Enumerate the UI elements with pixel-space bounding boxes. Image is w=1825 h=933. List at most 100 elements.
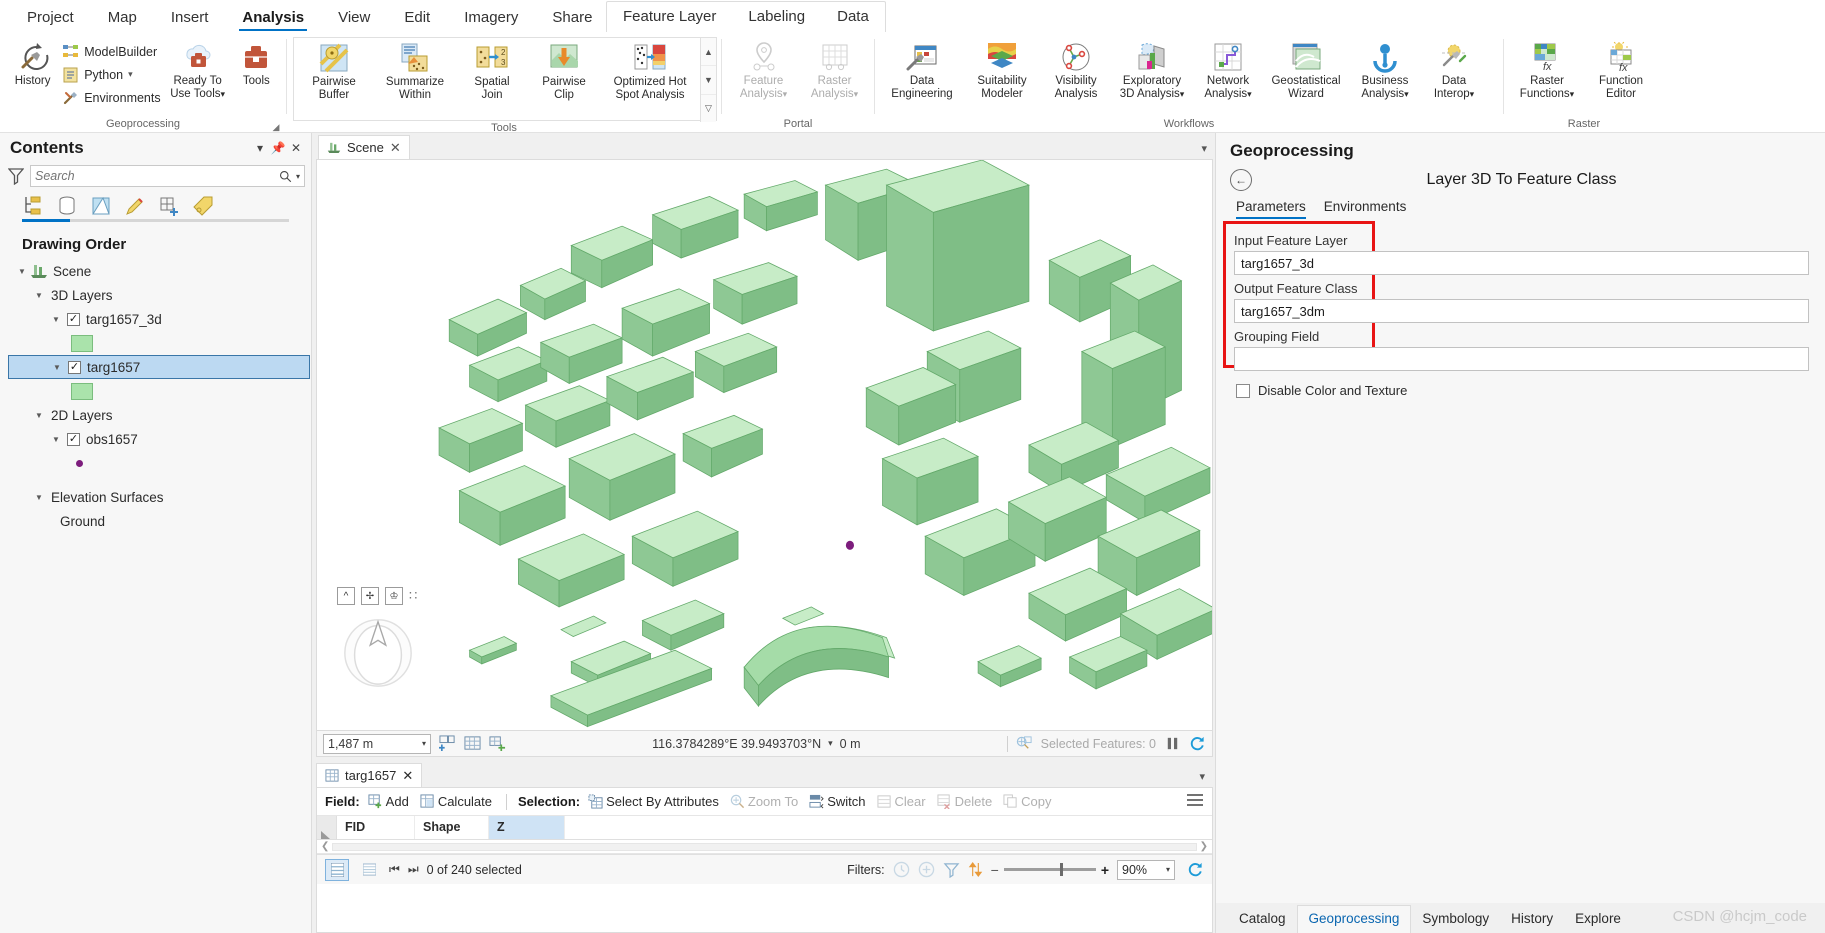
param-field-grouping-field[interactable] (1234, 347, 1809, 371)
filter-icon[interactable] (8, 167, 24, 185)
tree-item-3d-layers[interactable]: ▼ 3D Layers (8, 283, 311, 307)
slider-track[interactable] (1003, 863, 1096, 876)
tree-item-elevation-surfaces[interactable]: ▼ Elevation Surfaces (8, 485, 311, 509)
select-by-attributes-button[interactable]: Select By Attributes (585, 792, 722, 811)
time-filter-icon[interactable] (893, 861, 910, 878)
definition-query-filter-icon[interactable] (943, 861, 960, 878)
collapse-navigator-button[interactable]: ^ (337, 587, 355, 605)
full-control-navigator-button[interactable]: ✢ (361, 587, 379, 605)
param-field-output-feature-class[interactable]: targ1657_3dm (1234, 299, 1809, 323)
python-button[interactable]: Python ▾ (59, 63, 164, 86)
layer-checkbox[interactable]: ✓ (67, 312, 80, 326)
refresh-table-icon[interactable] (1187, 861, 1204, 878)
ribbon-tab-edit[interactable]: Edit (387, 5, 447, 33)
exploratory-3d-analysis-button[interactable]: Exploratory 3D Analysis▾ (1111, 37, 1193, 101)
ribbon-tab-analysis[interactable]: Analysis (225, 5, 321, 33)
expand-triangle-icon[interactable]: ▼ (33, 291, 45, 300)
list-by-labeling-icon[interactable] (192, 195, 214, 217)
zoom-in-icon[interactable]: + (1101, 862, 1109, 878)
pane-tab-explore[interactable]: Explore (1564, 906, 1632, 933)
disable-color-and-texture-row[interactable]: Disable Color and Texture (1234, 383, 1809, 398)
pane-tab-catalog[interactable]: Catalog (1228, 906, 1297, 933)
layer-checkbox[interactable]: ✓ (67, 432, 80, 446)
suitability-modeler-button[interactable]: Suitability Modeler (963, 37, 1041, 101)
sort-icon[interactable] (968, 861, 983, 878)
list-by-editing-icon[interactable] (124, 195, 146, 217)
business-analysis-button[interactable]: Business Analysis▾ (1349, 37, 1421, 101)
search-icon[interactable] (279, 170, 292, 183)
scene-view[interactable]: ^ ✢ ♔ ∷ (316, 159, 1213, 731)
list-by-snapping-icon[interactable] (158, 195, 180, 217)
ribbon-tab-labeling[interactable]: Labeling (732, 4, 821, 31)
gallery-item-optimized-hot-spot[interactable]: Optimized Hot Spot Analysis (600, 38, 700, 102)
function-editor-button[interactable]: fx Function Editor (1584, 37, 1658, 101)
pane-tab-geoprocessing[interactable]: Geoprocessing (1296, 905, 1412, 933)
scroll-left-icon[interactable]: ❮ (321, 841, 329, 852)
table-view-button[interactable] (325, 858, 349, 881)
chevron-down-icon[interactable]: ▾ (828, 738, 833, 749)
tab-environments[interactable]: Environments (1324, 199, 1407, 219)
table-zoom-slider[interactable]: − + (991, 862, 1109, 878)
table-options-menu-icon[interactable] (1186, 793, 1204, 810)
walk-mode-button[interactable]: ♔ (385, 587, 403, 605)
zoom-out-icon[interactable]: − (991, 862, 999, 878)
geostatistical-wizard-button[interactable]: Geostatistical Wizard (1263, 37, 1349, 101)
data-interop-button[interactable]: Data Interop▾ (1421, 37, 1487, 101)
expand-triangle-icon[interactable]: ▼ (33, 493, 45, 502)
table-tab-targ1657[interactable]: targ1657 ✕ (316, 763, 423, 787)
network-analysis-button[interactable]: Network Analysis▾ (1193, 37, 1263, 101)
related-view-button[interactable] (357, 859, 381, 881)
tree-item-obs1657[interactable]: ▼ ✓ obs1657 (8, 427, 311, 451)
pin-icon[interactable]: 📌 (269, 137, 287, 159)
search-input[interactable] (35, 169, 279, 183)
gallery-scroll-down-icon[interactable]: ▼ (701, 66, 716, 95)
select-all-corner[interactable] (317, 816, 337, 839)
range-filter-icon[interactable] (918, 861, 935, 878)
first-record-icon[interactable]: ⏮ (389, 862, 400, 877)
ribbon-tab-feature-layer[interactable]: Feature Layer (607, 4, 732, 31)
pane-tab-symbology[interactable]: Symbology (1411, 906, 1500, 933)
scroll-right-icon[interactable]: ❯ (1200, 841, 1208, 852)
expand-triangle-icon[interactable]: ▼ (51, 363, 63, 372)
expand-triangle-icon[interactable]: ▼ (50, 315, 62, 324)
gallery-scroll-up-icon[interactable]: ▲ (701, 38, 716, 67)
tree-item-ground[interactable]: Ground (8, 509, 311, 533)
expand-triangle-icon[interactable]: ▼ (50, 435, 62, 444)
gallery-item-pairwise-clip[interactable]: Pairwise Clip (528, 38, 600, 102)
gallery-item-pairwise-buffer[interactable]: Pairwise Buffer (294, 38, 374, 102)
zoom-level-selector[interactable]: 90% ▾ (1117, 859, 1175, 880)
search-options-chevron-icon[interactable]: ▾ (296, 172, 300, 181)
ribbon-tab-insert[interactable]: Insert (154, 5, 226, 33)
ribbon-tab-view[interactable]: View (321, 5, 387, 33)
close-icon[interactable]: ✕ (390, 140, 401, 156)
tree-item-2d-layers[interactable]: ▼ 2D Layers (8, 403, 311, 427)
drag-handle-icon[interactable]: ∷ (409, 588, 417, 604)
table-column-z[interactable]: Z (489, 816, 565, 839)
expand-triangle-icon[interactable]: ▼ (33, 411, 45, 420)
visibility-analysis-button[interactable]: Visibility Analysis (1041, 37, 1111, 101)
gallery-scrollbar[interactable]: ▲ ▼ ▽ (700, 38, 716, 122)
tools-button[interactable]: Tools (231, 37, 282, 88)
gallery-expand-icon[interactable]: ▽ (701, 95, 716, 122)
table-horizontal-scrollbar[interactable]: ❮ ❯ (317, 840, 1212, 854)
gallery-item-summarize-within[interactable]: Summarize Within (374, 38, 456, 102)
view-tab-scene[interactable]: Scene ✕ (318, 135, 410, 159)
calculate-field-button[interactable]: Calculate (417, 792, 495, 811)
view-tab-overflow-chevron-icon[interactable]: ▾ (1201, 142, 1207, 155)
basemap-grid-icon[interactable] (464, 735, 481, 752)
close-icon[interactable]: ✕ (402, 768, 413, 784)
table-column-fid[interactable]: FID (337, 816, 415, 839)
next-record-icon[interactable]: ⏭ (408, 862, 419, 877)
tree-item-targ1657[interactable]: ▼ ✓ targ1657 (8, 355, 310, 379)
tree-item-targ1657-3d[interactable]: ▼ ✓ targ1657_3d (8, 307, 311, 331)
scene-canvas[interactable] (317, 160, 1212, 730)
pause-drawing-icon[interactable] (1164, 735, 1181, 752)
list-by-selection-icon[interactable] (90, 195, 112, 217)
snapping-icon[interactable] (489, 735, 506, 752)
switch-selection-button[interactable]: Switch (806, 792, 868, 811)
table-column-shape[interactable]: Shape (415, 816, 489, 839)
disable-color-texture-checkbox[interactable] (1236, 383, 1250, 398)
close-icon[interactable]: ✕ (287, 137, 305, 159)
add-field-button[interactable]: Add (365, 792, 412, 811)
ready-to-use-tools-button[interactable]: Ready To Use Tools▾ (165, 37, 231, 101)
